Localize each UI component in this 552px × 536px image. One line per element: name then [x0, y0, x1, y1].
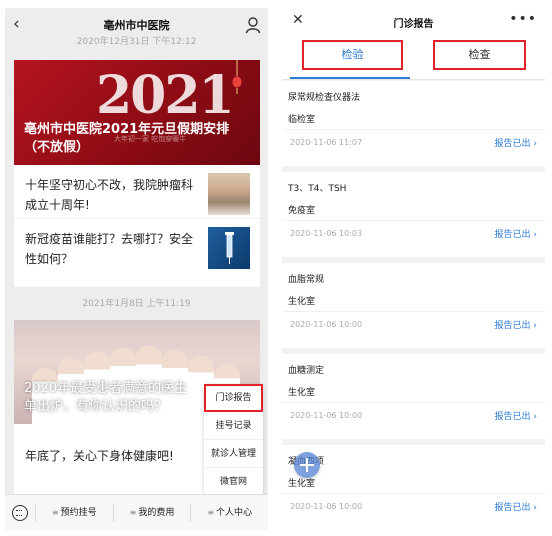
tab-examination[interactable]: 检查: [433, 40, 526, 70]
article-card[interactable]: 2021 大年初一家 吃饱穿暖牛 亳州市中医院2021年元旦假期安排（不放假） …: [14, 60, 260, 287]
report-status-link[interactable]: 报告已出 ›: [495, 409, 537, 422]
menu-tab-appointment[interactable]: ≡ 预约挂号: [35, 503, 113, 522]
menu-tab-label: 我的费用: [138, 507, 175, 518]
news-item[interactable]: 十年坚守初心不改，我院肿瘤科成立十周年!: [14, 165, 260, 219]
divider: [282, 129, 545, 130]
menu-popup: 门诊报告 挂号记录 就诊人管理 微官网: [204, 384, 263, 496]
department: 生化室: [288, 388, 316, 398]
bottom-menu-bar: ≡ 预约挂号 ≡ 我的费用 ≡ 个人中心: [5, 494, 268, 530]
menu-tab-personal-center[interactable]: ≡ 个人中心: [190, 503, 268, 522]
test-name: T3、T4、TSH: [288, 184, 347, 194]
menu-dots-icon: ≡: [51, 507, 59, 517]
report-date: 2020-11-06 10:00: [290, 502, 363, 511]
article-headline: 亳州市中医院2021年元旦假期安排（不放假）: [24, 122, 230, 155]
report-status-link[interactable]: 报告已出 ›: [495, 227, 537, 240]
nav-bar: ✕ 门诊报告 •••: [282, 8, 545, 36]
menu-item-patient-management[interactable]: 就诊人管理: [204, 440, 263, 468]
menu-dots-icon: ≡: [129, 507, 137, 517]
official-account-screen: ‹ 亳州市中医院 2020年12月31日 下午12:12 2021 大年初一家 …: [5, 8, 268, 530]
test-name: 血脂常规: [288, 275, 325, 285]
tab-lab-test[interactable]: 检验: [302, 40, 403, 70]
test-name: 尿常规检查仪器法: [288, 93, 361, 103]
vaccine-thumbnail: [208, 227, 250, 269]
divider: [282, 493, 545, 494]
report-list: 尿常规检查仪器法 临检室 2020-11-06 11:07 报告已出 › T3、…: [282, 81, 545, 530]
report-date: 2020-11-06 11:07: [290, 138, 363, 147]
article-headline: 2020年最受患者满意的医生单出炉，有你认识的吗？: [24, 381, 188, 414]
active-tab-indicator: [290, 77, 410, 79]
report-record[interactable]: 凝血四项 生化室 2020-11-06 10:00 报告已出 ›: [282, 445, 545, 530]
department: 生化室: [288, 297, 316, 307]
year-2021-decoration: 2021: [96, 65, 235, 126]
report-date: 2020-11-06 10:03: [290, 229, 363, 238]
report-tabs: 检验 检查: [282, 36, 545, 80]
menu-item-micro-site[interactable]: 微官网: [204, 468, 263, 496]
menu-dots-icon: ≡: [207, 507, 215, 517]
report-date: 2020-11-06 10:00: [290, 320, 363, 329]
news-thumbnail: [208, 173, 250, 215]
article-banner[interactable]: 2021 大年初一家 吃饱穿暖牛 亳州市中医院2021年元旦假期安排（不放假）: [14, 60, 260, 165]
account-title: 亳州市中医院: [103, 19, 170, 32]
report-record[interactable]: 尿常规检查仪器法 临检室 2020-11-06 11:07 报告已出 ›: [282, 81, 545, 166]
report-date: 2020-11-06 10:00: [290, 411, 363, 420]
page-title: 门诊报告: [393, 18, 434, 30]
department: 免疫室: [288, 206, 316, 216]
department: 生化室: [288, 479, 316, 489]
divider: [282, 220, 545, 221]
report-record[interactable]: T3、T4、TSH 免疫室 2020-11-06 10:03 报告已出 ›: [282, 172, 545, 257]
keyboard-toggle[interactable]: [5, 504, 35, 521]
menu-tab-expenses[interactable]: ≡ 我的费用: [112, 503, 191, 522]
user-icon[interactable]: [245, 16, 261, 34]
lantern-icon: [232, 60, 242, 94]
divider: [282, 311, 545, 312]
more-icon[interactable]: •••: [509, 11, 537, 27]
menu-item-outpatient-report[interactable]: 门诊报告: [204, 384, 263, 412]
report-status-link[interactable]: 报告已出 ›: [495, 500, 537, 513]
message-timestamp: 2020年12月31日 下午12:12: [76, 37, 197, 47]
menu-item-registration-records[interactable]: 挂号记录: [204, 412, 263, 440]
syringe-icon: [225, 232, 234, 264]
menu-tab-label: 个人中心: [216, 507, 253, 518]
keyboard-icon: [12, 504, 28, 521]
report-record[interactable]: 血脂常规 生化室 2020-11-06 10:00 报告已出 ›: [282, 263, 545, 348]
divider: [282, 402, 545, 403]
report-status-link[interactable]: 报告已出 ›: [495, 318, 537, 331]
chevron-left-icon[interactable]: ‹: [13, 14, 20, 34]
department: 临检室: [288, 115, 316, 125]
outpatient-report-screen: ✕ 门诊报告 ••• 检验 检查 尿常规检查仪器法 临检室 2020-11-06…: [282, 8, 545, 530]
news-title: 新冠疫苗谁能打？去哪打？安全性如何？: [25, 232, 194, 266]
plus-icon[interactable]: [294, 452, 320, 478]
news-title: 年底了，关心下身体健康吧!: [25, 449, 174, 463]
message-timestamp: 2021年1月8日 上午11:19: [82, 299, 191, 309]
news-item[interactable]: 新冠疫苗谁能打？去哪打？安全性如何？: [14, 219, 260, 273]
news-title: 十年坚守初心不改，我院肿瘤科成立十周年!: [25, 178, 194, 212]
report-status-link[interactable]: 报告已出 ›: [495, 136, 537, 149]
test-name: 血糖测定: [288, 366, 325, 376]
menu-tab-label: 预约挂号: [60, 507, 97, 518]
report-record[interactable]: 血糖测定 生化室 2020-11-06 10:00 报告已出 ›: [282, 354, 545, 439]
close-icon[interactable]: ✕: [292, 12, 304, 28]
